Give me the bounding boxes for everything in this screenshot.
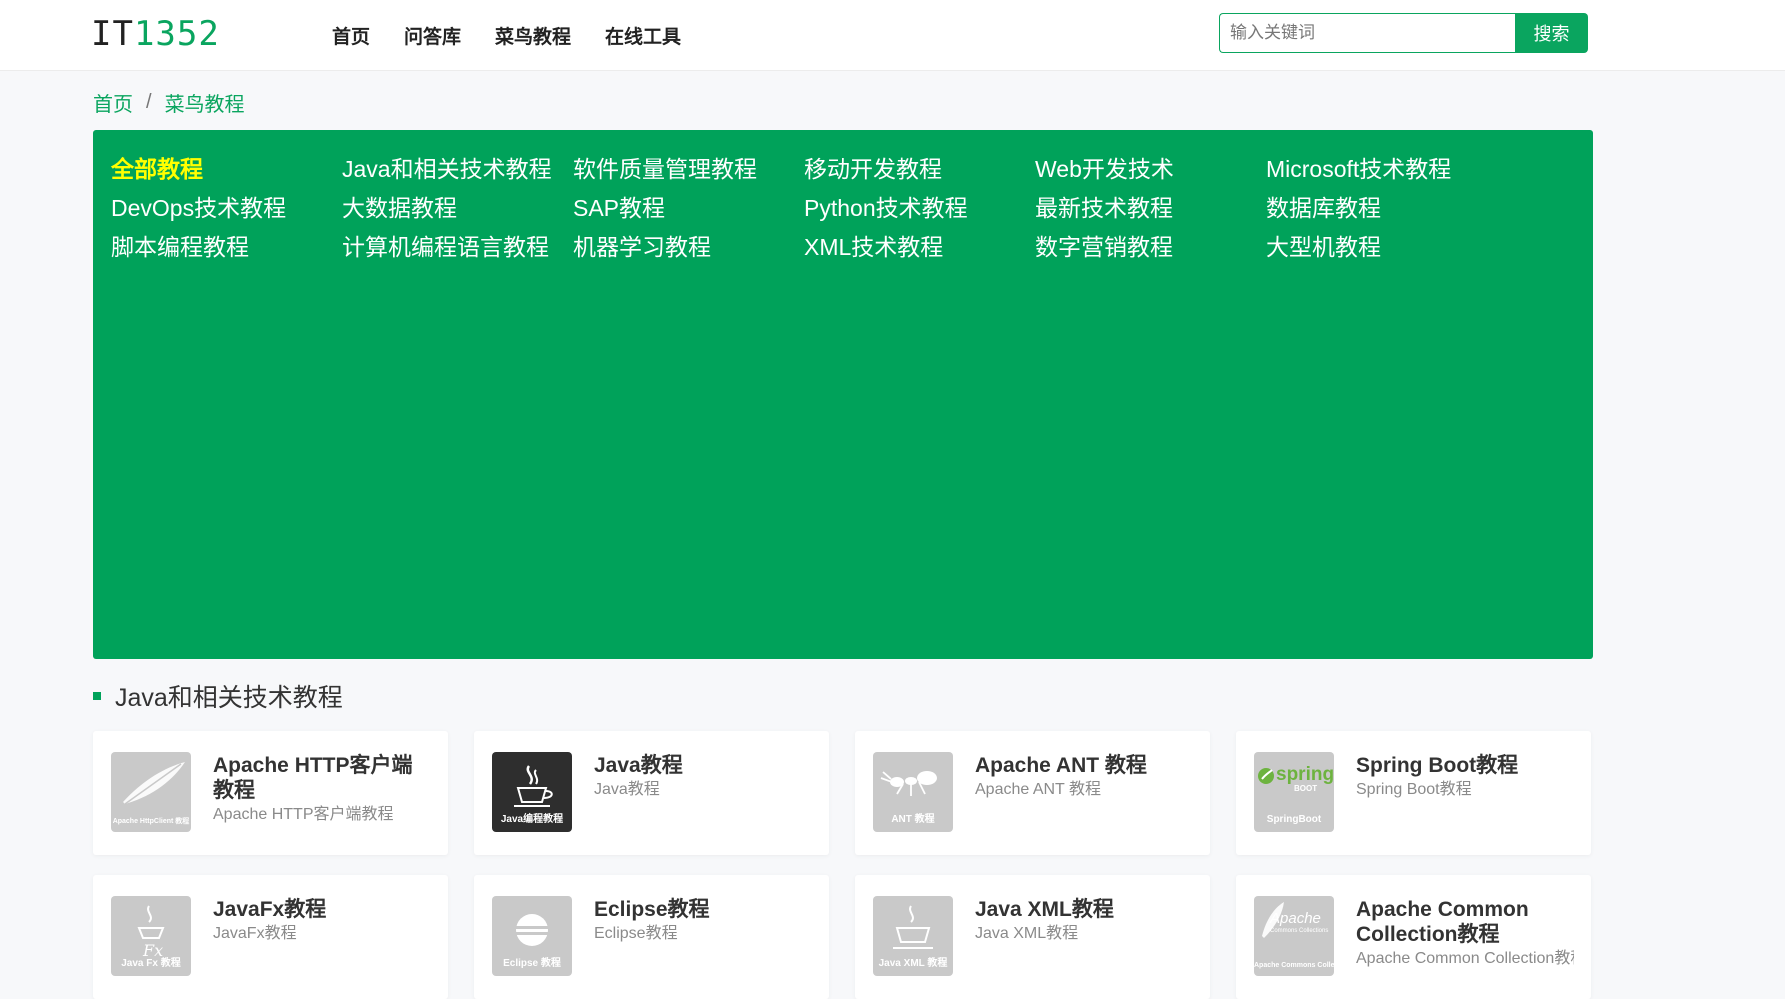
card-title-text: Java XML教程 [975,898,1114,921]
category-item[interactable]: 计算机编程语言教程 [342,228,573,267]
card-title: Apache Common Collection教程 Apache Common… [1356,897,1574,971]
category-item[interactable]: 数字营销教程 [1035,228,1266,267]
search-input[interactable] [1219,13,1515,53]
card-title-text: Java教程 [594,754,683,777]
thumb-caption: Java XML 教程 [878,958,948,969]
card-title: Apache ANT 教程 Apache ANT 教程 [975,753,1193,802]
card-title-text: Eclipse教程 [594,898,710,921]
card-title-text: Spring Boot教程 [1356,754,1519,777]
apache-logo-sub: Commons Collections [1270,928,1329,934]
card-thumbnail: spring BOOT SpringBoot [1254,752,1334,832]
nav-qa[interactable]: 问答库 [404,22,461,49]
tutorial-card[interactable]: ANT 教程 Apache ANT 教程 Apache ANT 教程 [855,731,1210,855]
thumb-caption: Java编程教程 [500,814,564,825]
category-item[interactable]: Java和相关技术教程 [342,150,573,189]
card-title-text: Apache HTTP客户端教程 [213,754,413,802]
card-thumbnail: Apache HttpClient 教程 [111,752,191,832]
logo-text: IT [91,14,134,54]
apache-logo-text: Apache [1270,910,1321,927]
search-box: 搜索 [1219,13,1588,53]
card-subtitle: Java教程 [594,781,660,798]
category-item[interactable]: 软件质量管理教程 [573,150,804,189]
section-header: Java和相关技术教程 [93,678,343,714]
thumb-caption: Java Fx 教程 [121,958,181,969]
card-thumbnail: Fx Java Fx 教程 [111,896,191,976]
card-subtitle: Apache Common Collection教程 [1356,950,1574,967]
card-thumbnail: Apache Commons Collections Apache Common… [1254,896,1334,976]
tutorial-card[interactable]: Eclipse 教程 Eclipse教程 Eclipse教程 [474,875,829,999]
card-subtitle: Apache HTTP客户端教程 [213,806,394,823]
spring-logo-sub: BOOT [1294,784,1318,793]
card-title-text: Apache Common Collection教程 [1356,898,1529,946]
category-item[interactable]: 机器学习教程 [573,228,804,267]
category-item[interactable]: 全部教程 [111,150,342,189]
breadcrumb-current[interactable]: 菜鸟教程 [165,88,245,117]
card-title-text: JavaFx教程 [213,898,327,921]
section-marker-icon [93,692,101,700]
thumb-caption: ANT 教程 [891,814,935,825]
card-thumbnail: Java编程教程 [492,752,572,832]
nav-home[interactable]: 首页 [332,22,370,49]
category-item[interactable]: 最新技术教程 [1035,189,1266,228]
card-title: Apache HTTP客户端教程 Apache HTTP客户端教程 [213,753,431,827]
category-item[interactable]: 移动开发教程 [804,150,1035,189]
thumb-caption: Apache Commons Collections 教程 [1254,962,1334,969]
category-item[interactable]: 大型机教程 [1266,228,1497,267]
top-header: IT1352 首页 问答库 菜鸟教程 在线工具 搜索 [0,0,1785,71]
logo-number: 1352 [133,14,220,54]
category-item[interactable]: DevOps技术教程 [111,189,342,228]
category-item[interactable]: XML技术教程 [804,228,1035,267]
card-thumbnail: ANT 教程 [873,752,953,832]
site-logo[interactable]: IT1352 [91,14,220,54]
category-item[interactable]: 数据库教程 [1266,189,1497,228]
tutorial-card-grid: Apache HttpClient 教程 Apache HTTP客户端教程 Ap… [93,731,1591,999]
nav-tutorials[interactable]: 菜鸟教程 [495,22,571,49]
main-nav: 首页 问答库 菜鸟教程 在线工具 [332,0,715,70]
card-title: Java教程 Java教程 [594,753,812,802]
nav-online-tools[interactable]: 在线工具 [605,22,681,49]
card-title-text: Apache ANT 教程 [975,754,1147,777]
card-subtitle: Eclipse教程 [594,925,678,942]
card-thumbnail: Java XML 教程 [873,896,953,976]
breadcrumb-separator: / [146,91,152,113]
tutorial-card[interactable]: spring BOOT SpringBoot Spring Boot教程 Spr… [1236,731,1591,855]
category-item[interactable]: Python技术教程 [804,189,1035,228]
card-title: Spring Boot教程 Spring Boot教程 [1356,753,1574,802]
search-button[interactable]: 搜索 [1515,13,1588,53]
breadcrumb: 首页 / 菜鸟教程 [93,88,245,117]
category-item[interactable]: SAP教程 [573,189,804,228]
category-item[interactable]: Web开发技术 [1035,150,1266,189]
card-title: JavaFx教程 JavaFx教程 [213,897,431,946]
thumb-caption: Apache HttpClient 教程 [112,818,190,825]
card-title: Eclipse教程 Eclipse教程 [594,897,812,946]
tutorial-card[interactable]: Fx Java Fx 教程 JavaFx教程 JavaFx教程 [93,875,448,999]
spring-logo-text: spring [1276,764,1334,785]
card-thumbnail: Eclipse 教程 [492,896,572,976]
tutorial-card[interactable]: Apache Commons Collections Apache Common… [1236,875,1591,999]
category-item[interactable]: 大数据教程 [342,189,573,228]
card-subtitle: Java XML教程 [975,925,1079,942]
thumb-caption: SpringBoot [1266,814,1322,825]
tutorial-card[interactable]: Apache HttpClient 教程 Apache HTTP客户端教程 Ap… [93,731,448,855]
category-panel: 全部教程 Java和相关技术教程 软件质量管理教程 移动开发教程 Web开发技术… [93,130,1593,659]
breadcrumb-home[interactable]: 首页 [93,88,133,117]
card-subtitle: JavaFx教程 [213,925,297,942]
section-title: Java和相关技术教程 [115,684,343,712]
tutorial-card[interactable]: Java编程教程 Java教程 Java教程 [474,731,829,855]
thumb-caption: Eclipse 教程 [503,958,561,969]
card-subtitle: Spring Boot教程 [1356,781,1472,798]
card-subtitle: Apache ANT 教程 [975,781,1101,798]
card-title: Java XML教程 Java XML教程 [975,897,1193,946]
tutorial-card[interactable]: Java XML 教程 Java XML教程 Java XML教程 [855,875,1210,999]
category-item[interactable]: 脚本编程教程 [111,228,342,267]
category-item[interactable]: Microsoft技术教程 [1266,150,1497,189]
category-grid: 全部教程 Java和相关技术教程 软件质量管理教程 移动开发教程 Web开发技术… [111,150,1497,267]
